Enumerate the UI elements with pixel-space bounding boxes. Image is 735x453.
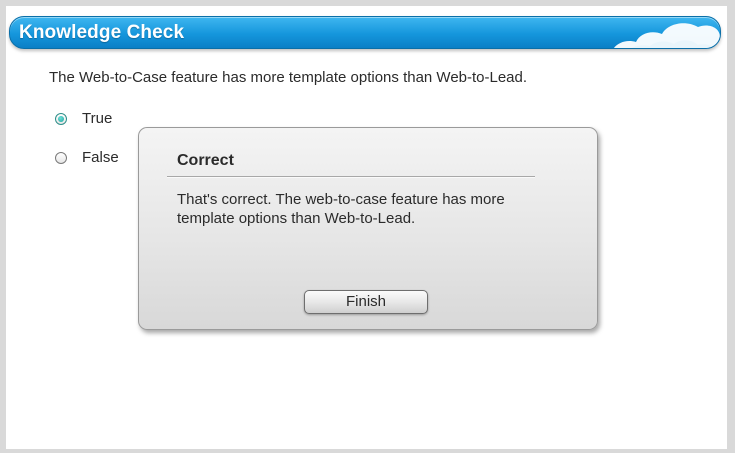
- radio-unselected-icon[interactable]: [55, 151, 67, 164]
- option-false[interactable]: False: [55, 149, 119, 166]
- content-frame: Knowledge Check The Web-to-Case feature …: [6, 6, 727, 449]
- header-bar: Knowledge Check: [9, 16, 721, 49]
- feedback-dialog: Correct That's correct. The web-to-case …: [138, 127, 598, 330]
- option-label: False: [82, 149, 119, 166]
- page-title: Knowledge Check: [19, 22, 185, 43]
- dialog-title: Correct: [177, 152, 234, 169]
- question-text: The Web-to-Case feature has more templat…: [49, 69, 528, 86]
- dialog-message: That's correct. The web-to-case feature …: [177, 191, 505, 227]
- dialog-divider: [167, 176, 535, 178]
- option-label: True: [82, 110, 113, 127]
- option-true[interactable]: True: [55, 110, 112, 127]
- finish-button[interactable]: Finish: [304, 290, 428, 314]
- radio-selected-icon[interactable]: [55, 112, 67, 125]
- cloud-icon: [613, 23, 720, 48]
